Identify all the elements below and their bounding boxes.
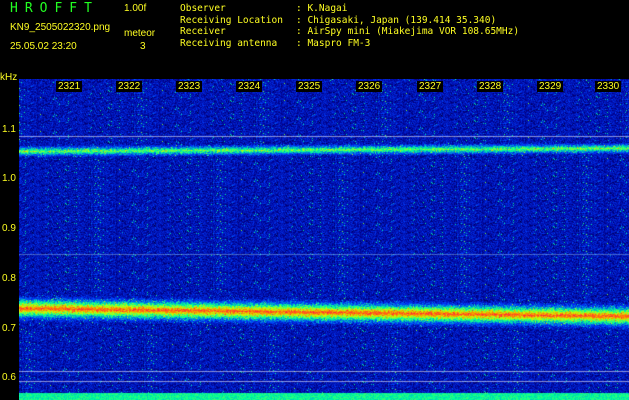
info-receiver: Receiver: AirSpy mini (Miakejima VOR 108…: [180, 26, 520, 37]
time-label: 2326: [356, 81, 383, 92]
time-label: 2330: [595, 81, 622, 92]
spectrogram: [19, 79, 629, 400]
station-info: Observer: K.Nagai Receiving Location: Ch…: [180, 3, 519, 49]
frequency-label: 1.1: [2, 124, 16, 135]
info-observer: Observer: K.Nagai: [180, 3, 348, 14]
time-label: 2329: [537, 81, 564, 92]
time-label: 2327: [417, 81, 444, 92]
time-label: 2328: [477, 81, 504, 92]
header-panel: HROFFT 1.00f KN9_2505022320.png meteor 2…: [0, 0, 629, 78]
meteor-count: 3: [140, 41, 146, 52]
frequency-label: 0.6: [2, 372, 16, 383]
time-label: 2323: [176, 81, 203, 92]
axis-unit: kHz: [0, 72, 18, 83]
file-name: KN9_2505022320.png: [10, 22, 111, 33]
spectrogram-canvas: [19, 79, 629, 400]
version-label: 1.00f: [124, 3, 147, 14]
time-label: 2321: [56, 81, 83, 92]
info-location: Receiving Location: Chigasaki, Japan (13…: [180, 14, 497, 26]
meteor-label: meteor: [124, 28, 156, 39]
frequency-label: 0.9: [2, 223, 16, 234]
frequency-label: 0.8: [2, 273, 16, 284]
time-label: 2324: [236, 81, 263, 92]
time-label: 2322: [116, 81, 143, 92]
info-antenna: Receiving antenna: Maspro FM-3: [180, 37, 371, 49]
frequency-label: 1.0: [2, 173, 16, 184]
app-logo: HROFFT: [10, 1, 99, 16]
time-label: 2325: [296, 81, 323, 92]
date-time: 25.05.02 23:20: [10, 41, 77, 52]
frequency-label: 0.7: [2, 323, 16, 334]
